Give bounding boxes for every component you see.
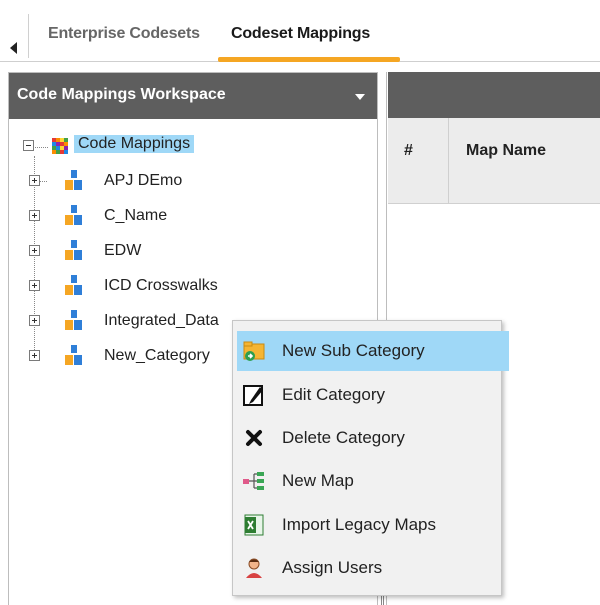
tree-connector bbox=[34, 156, 35, 356]
tree-node[interactable]: C_Name bbox=[104, 207, 167, 225]
expand-toggle[interactable] bbox=[29, 350, 40, 361]
category-icon bbox=[65, 205, 83, 225]
category-icon bbox=[65, 310, 83, 330]
column-index-header[interactable]: # bbox=[404, 142, 413, 160]
maps-grid-header bbox=[388, 118, 600, 204]
column-divider[interactable] bbox=[448, 118, 449, 204]
menu-item-label: New Sub Category bbox=[282, 341, 425, 360]
expand-toggle[interactable] bbox=[29, 210, 40, 221]
menu-item-label: Assign Users bbox=[282, 558, 383, 577]
menu-item-delete-category[interactable]: Delete Category bbox=[233, 418, 501, 458]
expand-toggle[interactable] bbox=[29, 245, 40, 256]
chevron-down-icon[interactable] bbox=[355, 94, 365, 100]
category-icon bbox=[65, 345, 83, 365]
expand-toggle[interactable] bbox=[29, 280, 40, 291]
tree-node[interactable]: New_Category bbox=[104, 347, 210, 365]
pencil-icon bbox=[243, 385, 263, 406]
category-icon bbox=[65, 240, 83, 260]
active-tab-indicator bbox=[218, 57, 400, 62]
tab-enterprise-codesets[interactable]: Enterprise Codesets bbox=[48, 25, 200, 43]
menu-item-label: New Map bbox=[282, 471, 354, 490]
menu-item-edit-category[interactable]: Edit Category bbox=[233, 375, 501, 415]
menu-item-label: Import Legacy Maps bbox=[282, 515, 437, 534]
scroll-left-arrow-icon[interactable] bbox=[10, 42, 17, 54]
menu-item-import-legacy-maps[interactable]: Import Legacy Maps bbox=[233, 505, 501, 545]
tab-strip: Enterprise Codesets Codeset Mappings bbox=[0, 0, 600, 62]
context-menu: New Sub Category Edit Category Delete Ca… bbox=[232, 320, 509, 596]
column-map-name-header[interactable]: Map Name bbox=[466, 142, 546, 160]
menu-item-new-sub-category[interactable]: New Sub Category bbox=[237, 331, 509, 371]
new-sub-category-icon bbox=[243, 341, 265, 361]
tab-divider bbox=[28, 14, 29, 58]
expand-toggle[interactable] bbox=[29, 315, 40, 326]
code-mappings-icon bbox=[52, 138, 68, 154]
splitter-grip[interactable] bbox=[381, 595, 384, 605]
collapse-toggle[interactable] bbox=[23, 140, 34, 151]
maps-header bbox=[388, 72, 600, 118]
tree-node[interactable]: Integrated_Data bbox=[104, 312, 219, 330]
menu-item-new-map[interactable]: New Map bbox=[233, 461, 501, 501]
menu-item-label: Edit Category bbox=[282, 385, 385, 404]
delete-x-icon bbox=[246, 430, 262, 446]
excel-import-icon bbox=[244, 514, 264, 536]
menu-item-assign-users[interactable]: Assign Users bbox=[233, 548, 501, 588]
tree-node[interactable]: EDW bbox=[104, 242, 141, 260]
menu-item-label: Delete Category bbox=[282, 428, 405, 447]
user-icon bbox=[246, 558, 262, 578]
category-icon bbox=[65, 275, 83, 295]
category-icon bbox=[65, 170, 83, 190]
tree-node[interactable]: APJ DEmo bbox=[104, 172, 182, 190]
expand-toggle[interactable] bbox=[29, 175, 40, 186]
new-map-icon bbox=[243, 472, 264, 490]
tree-root-label[interactable]: Code Mappings bbox=[74, 135, 195, 153]
tab-codeset-mappings[interactable]: Codeset Mappings bbox=[231, 25, 370, 43]
tree-node[interactable]: ICD Crosswalks bbox=[104, 277, 218, 295]
workspace-title: Code Mappings Workspace bbox=[17, 86, 226, 103]
workspace-header[interactable]: Code Mappings Workspace bbox=[9, 73, 377, 119]
